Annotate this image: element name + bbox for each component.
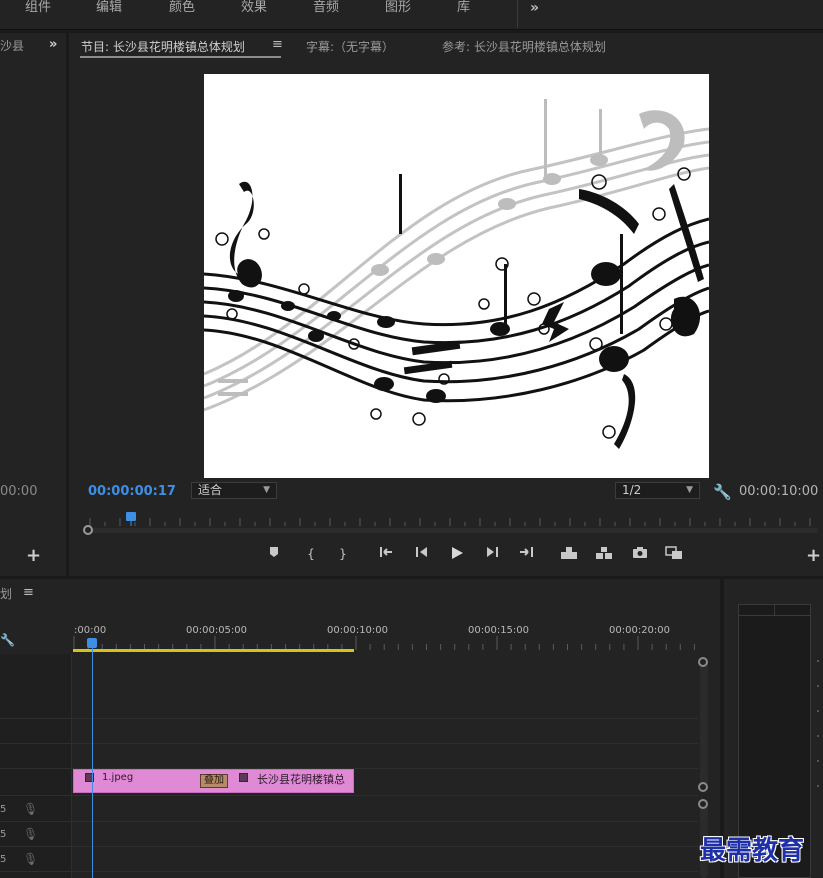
program-playhead[interactable]	[126, 512, 136, 521]
track-divider	[0, 718, 698, 719]
microphone-icon[interactable]: 🎙	[23, 827, 38, 841]
audio-track-label: 5	[0, 829, 7, 840]
step-forward-icon[interactable]	[483, 546, 501, 562]
zoom-fit-select[interactable]: 适合 ▼	[191, 482, 277, 499]
track-divider	[0, 871, 698, 872]
video-tracks-scrollbar[interactable]	[700, 662, 708, 790]
workspace-divider	[517, 0, 518, 28]
go-to-out-icon[interactable]	[517, 546, 535, 562]
panel-overflow-icon[interactable]: »	[49, 37, 57, 52]
timeline-playhead[interactable]	[87, 638, 97, 648]
clip-name: 1.jpeg	[102, 772, 134, 783]
track-headers	[0, 654, 72, 878]
add-button[interactable]: +	[26, 545, 41, 566]
fx-badge-icon	[239, 773, 248, 782]
zoom-fit-value: 适合	[198, 483, 223, 497]
transition-cross-dissolve[interactable]: 叠加	[200, 774, 228, 788]
watermark-logo: 最需教育	[700, 836, 805, 866]
workspace-tab-audio[interactable]: 音频	[313, 0, 339, 18]
active-tab-indicator	[80, 56, 281, 58]
meter-dot	[817, 735, 819, 737]
timeline-menu-icon[interactable]: ≡	[23, 585, 34, 600]
meter-dot	[817, 785, 819, 787]
meter-divider	[738, 615, 811, 616]
scrollbar-handle[interactable]	[698, 657, 708, 667]
clip-name: 长沙县花明楼镇总	[257, 773, 345, 786]
scrollbar-handle[interactable]	[698, 782, 708, 792]
export-frame-camera-icon[interactable]	[631, 546, 649, 562]
chevron-down-icon: ▼	[263, 485, 270, 495]
chevron-down-icon: ▼	[686, 485, 693, 495]
audio-track-label: 5	[0, 854, 7, 865]
program-scrub-bar[interactable]	[88, 528, 818, 533]
track-divider	[0, 846, 698, 847]
source-timecode: 00:00	[0, 484, 38, 499]
wrench-icon[interactable]: 🔧	[0, 633, 15, 647]
workspace-tab-effects[interactable]: 效果	[241, 0, 267, 18]
music-notes-image	[204, 99, 709, 449]
more-workspaces-icon[interactable]: »	[530, 0, 539, 16]
video-frame	[204, 74, 709, 478]
microphone-icon[interactable]: 🎙	[23, 802, 38, 816]
add-marker-icon[interactable]	[265, 546, 283, 562]
track-divider	[0, 821, 698, 822]
settings-wrench-icon[interactable]: 🔧	[713, 483, 732, 501]
workspace-bar	[0, 0, 823, 30]
go-to-in-icon[interactable]	[378, 546, 396, 562]
button-editor-add-icon[interactable]: +	[806, 545, 821, 566]
audio-track-label: 5	[0, 804, 7, 815]
mark-in-icon[interactable]: {	[302, 546, 320, 562]
playhead-line	[92, 648, 93, 878]
lift-icon[interactable]	[560, 546, 578, 562]
playback-resolution-value: 1/2	[622, 483, 642, 497]
source-panel-tab[interactable]: 沙县	[0, 37, 24, 54]
tab-program[interactable]: 节目: 长沙县花明楼镇总体规划	[81, 38, 245, 55]
step-back-icon[interactable]	[413, 546, 431, 562]
workspace-tab-color[interactable]: 颜色	[169, 0, 195, 18]
workspace-tab-libraries[interactable]: 库	[457, 0, 470, 18]
tab-captions[interactable]: 字幕:（无字幕）	[306, 38, 394, 55]
play-icon[interactable]	[448, 546, 466, 562]
tab-reference[interactable]: 参考: 长沙县花明楼镇总体规划	[442, 38, 606, 55]
current-timecode[interactable]: 00:00:00:17	[88, 484, 176, 499]
playback-resolution-select[interactable]: 1/2 ▼	[615, 482, 700, 499]
panel-menu-icon[interactable]: ≡	[272, 37, 283, 52]
track-divider	[0, 795, 698, 796]
meter-dot	[817, 660, 819, 662]
duration-timecode: 00:00:10:00	[739, 484, 819, 499]
mark-out-icon[interactable]: }	[334, 546, 352, 562]
meter-dot	[817, 685, 819, 687]
timeline-sequence-tab[interactable]: 划	[0, 585, 12, 602]
work-area-bar[interactable]	[73, 649, 354, 652]
scrollbar-handle[interactable]	[698, 799, 708, 809]
meter-dot	[817, 760, 819, 762]
workspace-tab-editing[interactable]: 编辑	[96, 0, 122, 18]
meter-dot	[817, 710, 819, 712]
comparison-view-icon[interactable]	[665, 546, 683, 562]
microphone-icon[interactable]: 🎙	[23, 852, 38, 866]
workspace-tab-assembly[interactable]: 组件	[25, 0, 51, 18]
track-divider	[0, 743, 698, 744]
program-time-ruler[interactable]	[82, 512, 818, 526]
extract-icon[interactable]	[595, 546, 613, 562]
workspace-tab-graphics[interactable]: 图形	[385, 0, 411, 18]
scrub-bar-handle[interactable]	[83, 525, 93, 535]
